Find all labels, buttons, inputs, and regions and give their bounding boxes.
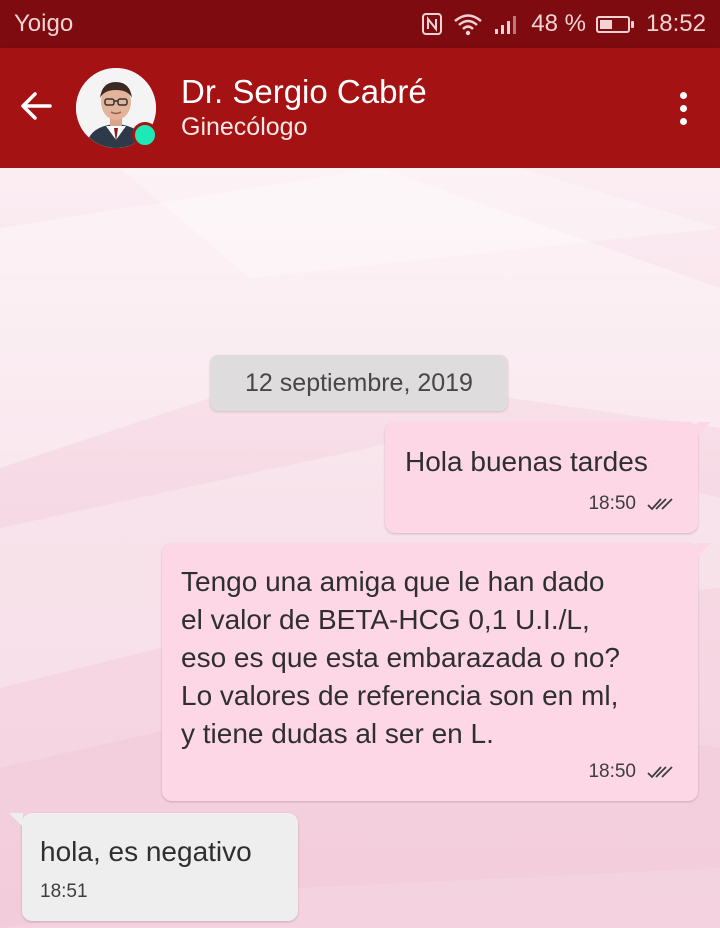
battery-icon	[595, 15, 634, 33]
bubble-tail	[697, 422, 711, 436]
carrier-name: Yoigo	[14, 10, 74, 37]
message-time: 18:50	[588, 761, 636, 782]
message-meta: 18:51	[40, 881, 88, 903]
bubble-tail	[9, 813, 23, 827]
date-separator: 12 septiembre, 2019	[210, 355, 508, 411]
nfc-icon	[421, 12, 443, 36]
chat-header: Dr. Sergio Cabré Ginecólogo	[0, 48, 720, 168]
back-button[interactable]	[14, 84, 58, 128]
bubble-tail	[697, 543, 711, 557]
message-bubble-outgoing[interactable]: Hola buenas tardes 18:50	[385, 422, 698, 533]
message-bubble-incoming[interactable]: hola, es negativo 18:51	[22, 813, 298, 921]
clock: 18:52	[645, 10, 706, 37]
message-meta: 18:50	[588, 493, 674, 515]
wifi-icon	[453, 12, 483, 36]
contact-subtitle[interactable]: Ginecólogo	[181, 113, 307, 142]
status-bar: Yoigo 48 % 18:52	[0, 0, 720, 48]
back-arrow-icon	[21, 92, 52, 120]
message-meta: 18:50	[588, 761, 674, 783]
overflow-menu-button[interactable]	[668, 88, 698, 128]
double-check-icon	[647, 766, 673, 779]
message-text: Hola buenas tardes	[405, 446, 648, 477]
chat-area[interactable]: 12 septiembre, 2019 Hola buenas tardes 1…	[0, 168, 720, 928]
message-time: 18:51	[40, 881, 88, 902]
online-status-indicator	[132, 122, 158, 148]
battery-fill	[599, 19, 613, 29]
message-text: Tengo una amiga que le han dado el valor…	[181, 566, 620, 749]
contact-name[interactable]: Dr. Sergio Cabré	[181, 73, 427, 111]
message-text: hola, es negativo	[40, 836, 252, 867]
message-time: 18:50	[588, 493, 636, 514]
message-bubble-outgoing[interactable]: Tengo una amiga que le han dado el valor…	[162, 543, 698, 801]
battery-percent: 48 %	[531, 10, 586, 37]
double-check-icon	[647, 498, 673, 511]
signal-icon	[493, 12, 521, 36]
more-vert-icon	[679, 91, 687, 99]
status-icons: 48 % 18:52	[421, 10, 706, 38]
